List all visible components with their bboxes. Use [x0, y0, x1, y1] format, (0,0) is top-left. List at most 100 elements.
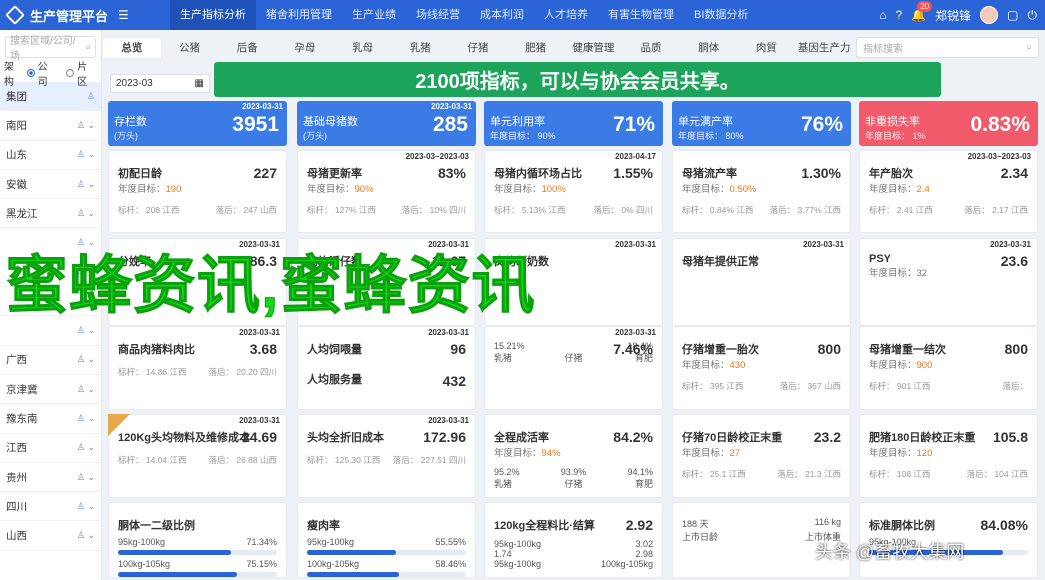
sidebar-item[interactable]: 安徽 ♙ ⌄ — [0, 170, 101, 200]
sidebar-item-label: 集团 — [6, 90, 27, 103]
nav-item[interactable]: 成本利润 — [470, 0, 534, 30]
sub-label: 乳猪 — [494, 353, 513, 363]
user-icon[interactable]: ♙ ⌄ — [77, 413, 95, 424]
search-icon[interactable]: ⌕ — [85, 42, 91, 53]
kpi-card[interactable]: 单元利用率 年度目标： 90% 71% — [484, 101, 663, 146]
metric-card[interactable]: 2023-03-31 母猪年提供正常 — [672, 238, 851, 326]
sidebar-item[interactable]: 京津冀 ♙ ⌄ — [0, 375, 101, 405]
user-icon[interactable]: ♙ ⌄ — [77, 354, 95, 365]
metric-card[interactable]: 仔猪增重一胎次 800 年度目标：430 标杆： 395 江西 落后： 367 山西 — [672, 326, 851, 410]
metric-card[interactable]: 2023-03~2023-03 年产胎次 2.34 年度目标：2.4 标杆： 2.41 … — [859, 150, 1038, 233]
metric-card[interactable]: 2023-03~2023-03 母猪更新率 83% 年度目标：90% 标杆： 127% … — [297, 150, 476, 233]
sidebar-search-input[interactable]: 搜索区域/公司/场 ⌕ — [5, 36, 96, 62]
nav-item[interactable]: 人才培养 — [534, 0, 598, 30]
tab-item[interactable]: 孕母 — [276, 38, 334, 58]
nav-item[interactable]: 生产指标分析 — [170, 0, 256, 30]
metric-card[interactable]: 全程成活率 84.2% 年度目标：94% 95.2% 93.9% 94.1% 乳猪 仔猪 育肥 — [484, 414, 663, 498]
sidebar-item[interactable]: 江西 ♙ ⌄ — [0, 434, 101, 463]
progress-bar — [118, 550, 277, 555]
metric-card[interactable]: 母猪流产率 1.30% 年度目标：0.50% 标杆： 0.84% 江西 落后： 3.77… — [672, 150, 851, 233]
sidebar-item[interactable]: 南阳 ♙ ⌄ — [0, 111, 101, 141]
metric-card[interactable]: 2023-03-31 商品肉猪料肉比 3.68 标杆： 14.86 江西 落后： 20.… — [108, 326, 287, 410]
user-icon[interactable]: ♙ — [87, 91, 95, 102]
metric-value: 105.8 — [992, 429, 1028, 445]
nav-item[interactable]: 猪舍利用管理 — [256, 0, 342, 30]
user-icon[interactable]: ♙ ⌄ — [77, 530, 95, 541]
nav-item[interactable]: 场线经营 — [406, 0, 470, 30]
tab-item[interactable]: 肉質 — [738, 38, 796, 58]
cost-label: 100kg-105kg — [600, 559, 653, 569]
search-icon[interactable]: ⌕ — [1026, 42, 1032, 53]
user-icon[interactable]: ♙ ⌄ — [77, 501, 95, 512]
app-brand[interactable]: 生产管理平台 ☰ — [0, 5, 170, 25]
sidebar-item[interactable]: 广西 ♙ ⌄ — [0, 346, 101, 375]
avatar[interactable] — [980, 6, 999, 24]
kpi-card[interactable]: 非重损失率 年度目标： 1% 0.83% — [859, 101, 1038, 146]
user-icon[interactable]: ♙ ⌄ — [77, 442, 95, 453]
nav-item[interactable]: 生产业绩 — [342, 0, 406, 30]
sidebar-item[interactable]: 四川 ♙ ⌄ — [0, 492, 101, 522]
tab-item[interactable]: 基因生产力 — [795, 38, 853, 58]
benchmark-best: 标杆： 14.86 江西 — [118, 367, 187, 377]
announcement-banner: 2100项指标，可以与协会会员共享。 — [214, 62, 941, 97]
nav-item[interactable]: BI数据分析 — [684, 0, 758, 30]
month-picker[interactable]: 2023-03 ▦ — [110, 74, 210, 93]
sidebar-item[interactable]: 黑龙江 ♙ ⌄ — [0, 199, 101, 229]
kpi-card[interactable]: 单元满产率 年度目标： 80% 76% — [672, 101, 851, 146]
metric-card[interactable]: 2023-03-31 头均全折旧成本 172.96 标杆： 125.30 江西 落后： … — [297, 414, 476, 498]
metric-card[interactable]: 120kg全程料比·结算 2.92 95kg-100kg 3.02 1.74 2.98 95… — [484, 502, 663, 578]
power-icon[interactable]: ⏻ — [1028, 8, 1038, 23]
metric-card[interactable]: 2023-03-31 人均饲喂量 96 人均服务量 432 — [297, 326, 476, 410]
user-icon[interactable]: ♙ ⌄ — [77, 149, 95, 160]
metric-card[interactable]: 胴体一二级比例 95kg-100kg 71.34% 100kg-105kg 75.15% — [108, 502, 287, 578]
user-icon[interactable]: ♙ ⌄ — [77, 384, 95, 395]
metric-title: 母猪年提供正常 — [682, 256, 759, 268]
kpi-card[interactable]: 2023-03-31 基础母猪数 (万头) 285 — [297, 101, 476, 146]
user-name[interactable]: 郑锐锋 — [935, 7, 971, 24]
tab-item[interactable]: 健康管理 — [565, 38, 623, 58]
metric-card[interactable]: 仔猪70日龄校正末重 23.2 年度目标：27 标杆： 25.1 江西 落后： 21.3… — [672, 414, 851, 498]
metric-card[interactable]: 2023-04-17 母猪内循环场占比 1.55% 年度目标：100% 标杆： 5.13… — [484, 150, 663, 233]
metric-card[interactable]: 肥猪180日龄校正末重 105.8 年度目标：120 标杆： 108 江西 落后： 10… — [859, 414, 1038, 498]
kpi-date: 2023-03-31 — [431, 102, 472, 111]
tab-item[interactable]: 胴体 — [680, 38, 738, 58]
metric-card[interactable]: 母猪增重一结次 800 年度目标：900 标杆： 901 江西 落后： — [859, 326, 1038, 410]
help-icon[interactable]: ? — [896, 8, 903, 22]
metric-card[interactable]: 初配日龄 227 年度目标：190 标杆： 208 江西 落后： 247 山西 — [108, 150, 287, 233]
kpi-card[interactable]: 2023-03-31 存栏数 (万头) 3951 — [108, 101, 287, 146]
tab-item[interactable]: 乳猪 — [391, 38, 449, 58]
tab-item[interactable]: 公猪 — [161, 38, 219, 58]
metric-card[interactable]: 2023-03-31 120Kg头均物料及维修成本 24.69 标杆： 14.04 江… — [108, 414, 287, 498]
tab-item[interactable]: 肥猪 — [507, 38, 565, 58]
user-icon[interactable]: ♙ ⌄ — [77, 325, 95, 336]
window-icon[interactable]: ▢ — [1007, 8, 1018, 22]
user-icon[interactable]: ♙ ⌄ — [77, 208, 95, 219]
watermark: 头条 @畜牧大集网 — [815, 542, 965, 562]
list-icon[interactable]: ☰ — [118, 8, 129, 22]
sidebar-item[interactable]: 贵州 ♙ ⌄ — [0, 463, 101, 493]
tab-item[interactable]: 总览 — [103, 38, 161, 58]
sidebar-item[interactable]: 豫东南 ♙ ⌄ — [0, 404, 101, 434]
tab-item[interactable]: 仔猪 — [449, 38, 507, 58]
radio-district[interactable] — [66, 69, 75, 77]
sidebar-item[interactable]: 山西 ♙ ⌄ — [0, 521, 101, 551]
tab-item[interactable]: 乳母 — [334, 38, 392, 58]
user-icon[interactable]: ♙ ⌄ — [77, 472, 95, 483]
tab-item[interactable]: 后备 — [218, 38, 276, 58]
metric-card[interactable]: 2023-03-31 PSY 23.6 年度目标：32 — [859, 238, 1038, 326]
sidebar-item[interactable]: 山东 ♙ ⌄ — [0, 141, 101, 170]
nav-item[interactable]: 有害生物管理 — [598, 0, 684, 30]
top-right-tools: ⌂ ? 🔔 20 郑锐锋 ▢ ⏻ — [879, 0, 1037, 30]
user-icon[interactable]: ♙ ⌄ — [77, 120, 95, 131]
progress-bar — [307, 572, 466, 577]
benchmark-row: 标杆： 0.84% 江西 落后： 3.77% 江西 — [682, 204, 841, 216]
metric-title: 胴体一二级比例 — [118, 520, 195, 532]
indicator-search-input[interactable]: 指标搜索 ⌕ — [856, 37, 1039, 58]
radio-company[interactable] — [26, 69, 35, 77]
home-icon[interactable]: ⌂ — [879, 8, 886, 22]
bell-icon[interactable]: 🔔 20 — [911, 1, 933, 22]
user-icon[interactable]: ♙ ⌄ — [77, 179, 95, 190]
tab-item[interactable]: 品质 — [622, 38, 680, 58]
metric-card[interactable]: 瘦肉率 95kg-100kg 55.55% 100kg-105kg 58.46% — [297, 502, 476, 578]
metric-card[interactable]: 2023-03-31 7.46% 15.21% 18.4% 乳猪 仔猪 育肥 — [484, 326, 663, 410]
